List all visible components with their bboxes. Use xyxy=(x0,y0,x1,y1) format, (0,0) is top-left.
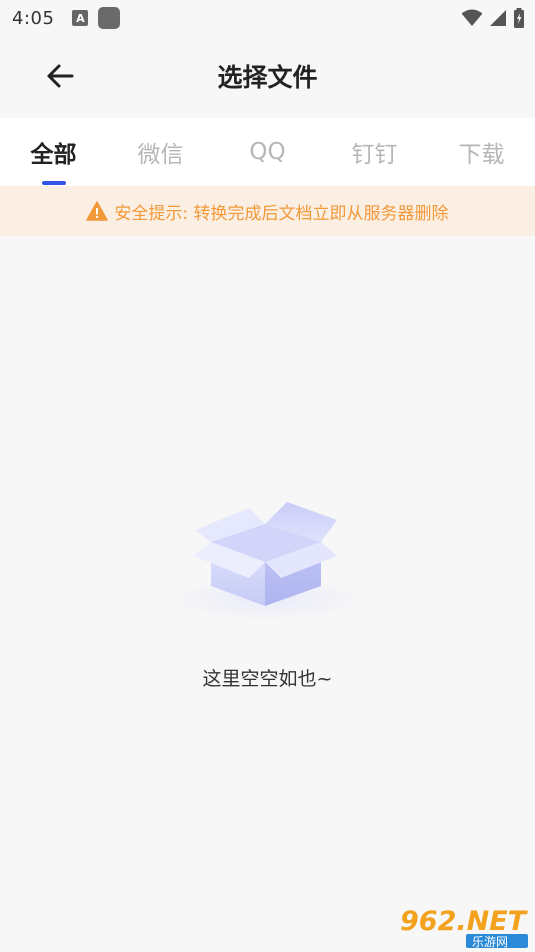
page-title: 选择文件 xyxy=(217,63,318,92)
app-header: 选择文件 xyxy=(0,36,535,118)
notification-icons: A xyxy=(72,7,121,29)
tab-all[interactable]: 全部 xyxy=(0,118,107,186)
wifi-icon xyxy=(461,9,483,26)
status-bar: 4:05 A xyxy=(0,0,535,36)
tab-download-label: 下载 xyxy=(458,142,505,168)
status-time: 4:05 xyxy=(12,7,55,29)
tab-qq[interactable]: QQ xyxy=(214,118,321,186)
tab-wechat[interactable]: 微信 xyxy=(107,118,214,186)
watermark-main-text: 962.NET xyxy=(400,906,529,937)
security-notice-text: 安全提示: 转换完成后文档立即从服务器删除 xyxy=(114,203,449,224)
tab-download[interactable]: 下载 xyxy=(428,118,535,186)
tab-qq-label: QQ xyxy=(249,139,286,165)
notification-a-icon: A xyxy=(72,10,89,26)
status-indicators xyxy=(461,8,525,28)
empty-state-text: 这里空空如也~ xyxy=(202,668,333,690)
empty-box-icon xyxy=(167,502,367,621)
source-tabs: 全部 微信 QQ 钉钉 下载 xyxy=(0,118,535,186)
warning-icon xyxy=(86,201,109,221)
watermark-sub-text: 乐游网 xyxy=(472,935,508,948)
notification-app-icon xyxy=(98,7,121,29)
tab-dingtalk[interactable]: 钉钉 xyxy=(321,118,428,186)
tab-active-indicator xyxy=(41,181,66,185)
battery-icon xyxy=(514,8,524,28)
tab-all-label: 全部 xyxy=(30,142,77,168)
security-notice: 安全提示: 转换完成后文档立即从服务器删除 xyxy=(0,186,535,236)
file-list-area: 这里空空如也~ xyxy=(0,236,535,952)
tab-wechat-label: 微信 xyxy=(137,142,184,168)
watermark-logo: 962.NET 乐游网 xyxy=(400,906,529,948)
cell-signal-icon xyxy=(490,10,506,26)
tab-dingtalk-label: 钉钉 xyxy=(351,142,398,168)
